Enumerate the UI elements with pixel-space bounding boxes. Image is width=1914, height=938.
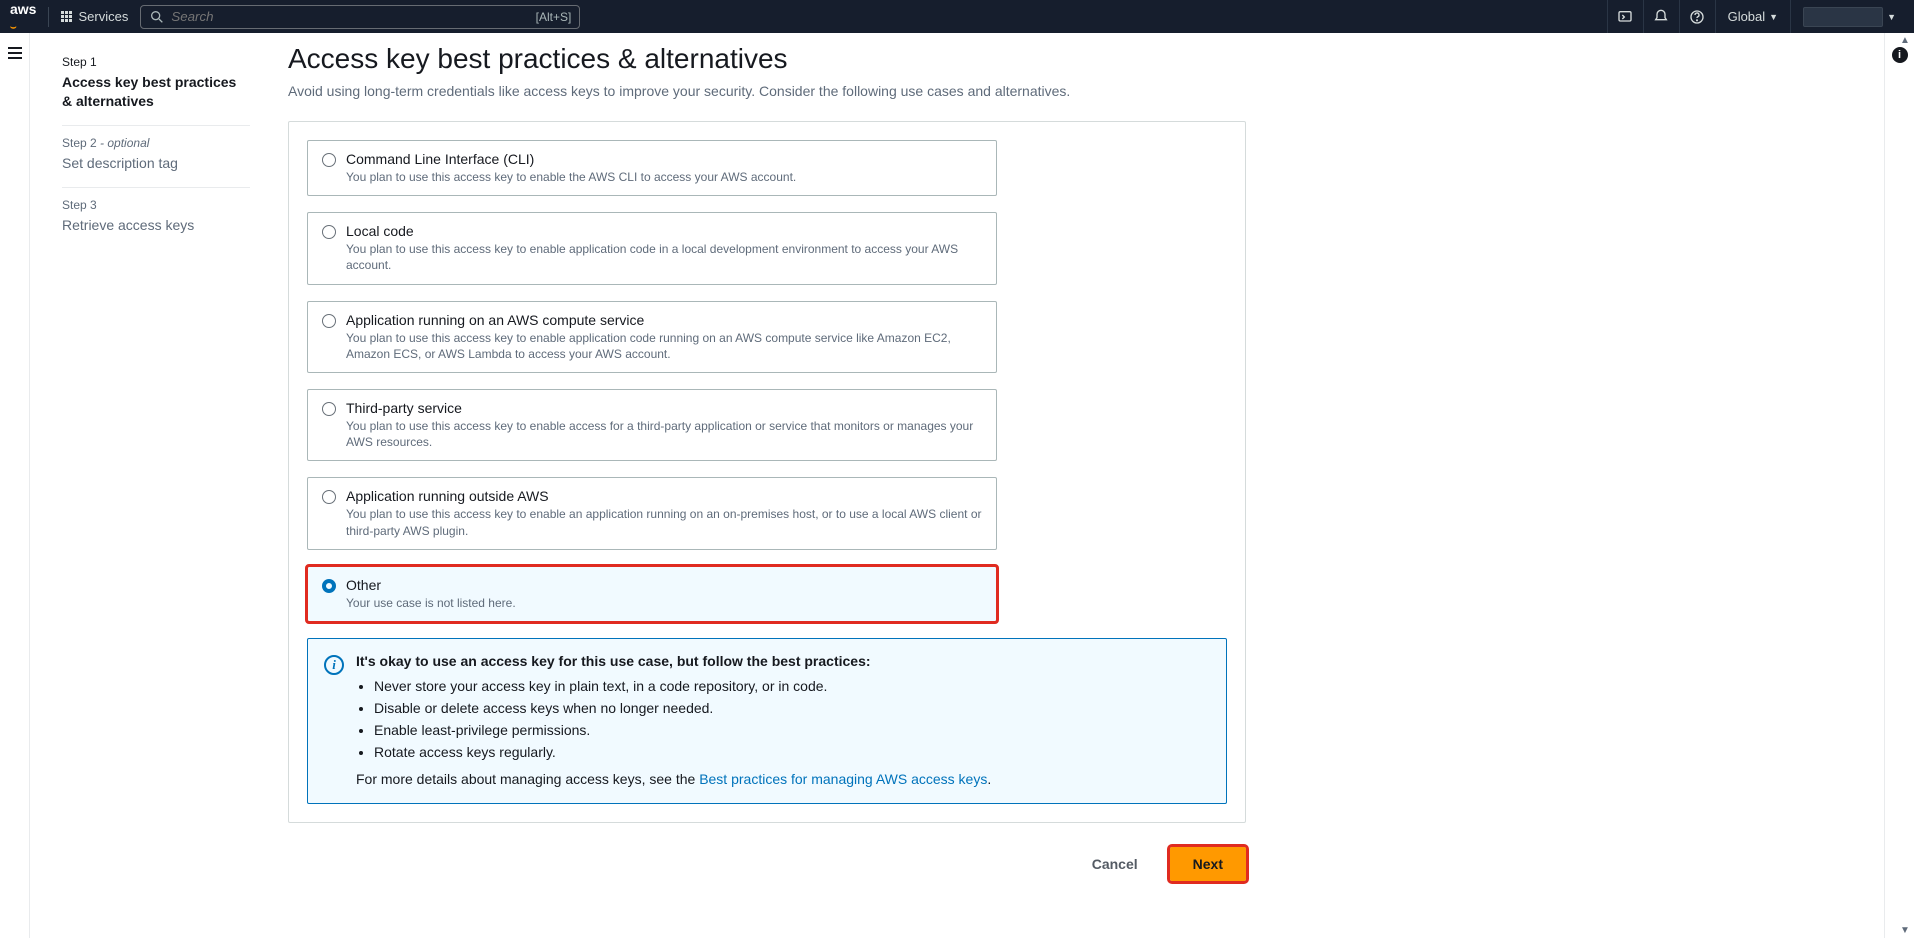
radio-icon[interactable]: [322, 314, 336, 328]
aws-logo[interactable]: aws ⌣: [10, 1, 36, 33]
option-title: Local code: [346, 223, 982, 239]
option-title: Other: [346, 577, 516, 593]
step-title: Access key best practices & alternatives: [62, 73, 250, 111]
divider: [48, 7, 49, 27]
info-icon: i: [324, 655, 344, 675]
next-button[interactable]: Next: [1170, 847, 1246, 881]
info-bullet: Never store your access key in plain tex…: [374, 675, 991, 697]
scrollbar[interactable]: ▲ ▼: [1898, 33, 1912, 938]
options-panel: Command Line Interface (CLI) You plan to…: [288, 121, 1246, 823]
option-desc: You plan to use this access key to enabl…: [346, 241, 982, 273]
option-desc: You plan to use this access key to enabl…: [346, 169, 796, 185]
option-other[interactable]: Other Your use case is not listed here.: [307, 566, 997, 622]
cancel-button[interactable]: Cancel: [1072, 847, 1158, 881]
radio-icon[interactable]: [322, 579, 336, 593]
option-title: Command Line Interface (CLI): [346, 151, 796, 167]
sidebar-toggle[interactable]: [8, 47, 22, 59]
radio-icon[interactable]: [322, 153, 336, 167]
main-wrap: Step 1 Access key best practices & alter…: [0, 33, 1914, 938]
page-title: Access key best practices & alternatives: [288, 43, 1856, 75]
option-aws-compute[interactable]: Application running on an AWS compute se…: [307, 301, 997, 373]
wizard-step-2[interactable]: Step 2 - optional Set description tag: [62, 126, 250, 188]
option-desc: You plan to use this access key to enabl…: [346, 506, 982, 538]
main-content: Access key best practices & alternatives…: [260, 33, 1884, 938]
info-bullet: Rotate access keys regularly.: [374, 741, 991, 763]
best-practices-link[interactable]: Best practices for managing AWS access k…: [699, 771, 987, 787]
left-rail: [0, 33, 30, 938]
radio-icon[interactable]: [322, 402, 336, 416]
info-bullet: Disable or delete access keys when no lo…: [374, 697, 991, 719]
region-selector[interactable]: Global ▼: [1715, 0, 1791, 33]
caret-down-icon: ▼: [1887, 12, 1896, 22]
grid-icon: [61, 11, 72, 22]
aws-logo-text: aws: [10, 1, 36, 17]
right-rail: i ▲ ▼: [1884, 33, 1914, 938]
step-number: Step 1: [62, 55, 250, 69]
region-label: Global: [1728, 9, 1766, 24]
search-shortcut: [Alt+S]: [536, 10, 572, 24]
wizard-step-3[interactable]: Step 3 Retrieve access keys: [62, 188, 250, 249]
info-bullet-list: Never store your access key in plain tex…: [356, 675, 991, 763]
cloudshell-icon[interactable]: [1607, 0, 1643, 33]
option-desc: You plan to use this access key to enabl…: [346, 418, 982, 450]
aws-smile-icon: ⌣: [10, 22, 17, 33]
topnav-right: Global ▼ ▼: [1607, 0, 1904, 33]
option-outside-aws[interactable]: Application running outside AWS You plan…: [307, 477, 997, 549]
search-icon: [149, 9, 165, 25]
step-number: Step 2 - optional: [62, 136, 250, 150]
step-number: Step 3: [62, 198, 250, 212]
radio-icon[interactable]: [322, 225, 336, 239]
option-title: Third-party service: [346, 400, 982, 416]
account-menu[interactable]: ▼: [1790, 0, 1904, 33]
account-box: [1803, 7, 1883, 27]
search-input[interactable]: [171, 9, 291, 24]
scroll-up-icon[interactable]: ▲: [1900, 35, 1910, 46]
wizard-actions: Cancel Next: [288, 847, 1246, 881]
option-cli[interactable]: Command Line Interface (CLI) You plan to…: [307, 140, 997, 196]
services-menu[interactable]: Services: [61, 9, 128, 24]
step-title: Retrieve access keys: [62, 216, 250, 235]
top-nav: aws ⌣ Services [Alt+S] Global ▼: [0, 0, 1914, 33]
option-title: Application running outside AWS: [346, 488, 982, 504]
info-more: For more details about managing access k…: [356, 771, 991, 787]
best-practices-info: i It's okay to use an access key for thi…: [307, 638, 1227, 804]
services-label: Services: [78, 9, 128, 24]
option-title: Application running on an AWS compute se…: [346, 312, 982, 328]
step-title: Set description tag: [62, 154, 250, 173]
wizard-step-1[interactable]: Step 1 Access key best practices & alter…: [62, 45, 250, 126]
scroll-down-icon[interactable]: ▼: [1900, 925, 1910, 936]
option-local-code[interactable]: Local code You plan to use this access k…: [307, 212, 997, 284]
global-search[interactable]: [Alt+S]: [140, 5, 580, 29]
option-desc: Your use case is not listed here.: [346, 595, 516, 611]
radio-icon[interactable]: [322, 490, 336, 504]
info-bullet: Enable least-privilege permissions.: [374, 719, 991, 741]
page-description: Avoid using long-term credentials like a…: [288, 83, 1188, 99]
caret-down-icon: ▼: [1769, 12, 1778, 22]
wizard-steps: Step 1 Access key best practices & alter…: [30, 33, 260, 938]
option-desc: You plan to use this access key to enabl…: [346, 330, 982, 362]
option-third-party[interactable]: Third-party service You plan to use this…: [307, 389, 997, 461]
info-title: It's okay to use an access key for this …: [356, 653, 991, 669]
help-icon[interactable]: [1679, 0, 1715, 33]
notifications-icon[interactable]: [1643, 0, 1679, 33]
